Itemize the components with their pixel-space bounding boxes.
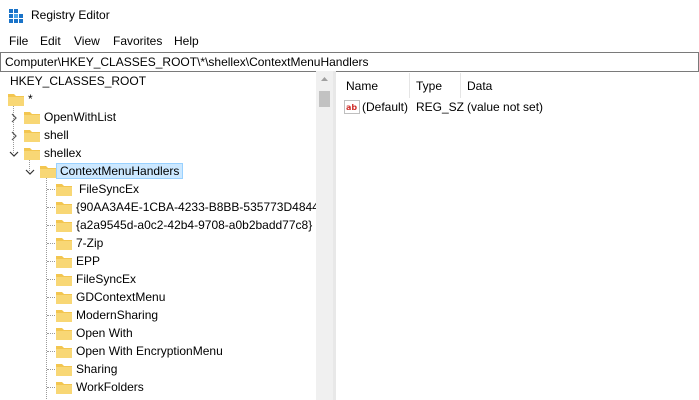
tree-node-child[interactable]: FileSyncEx — [0, 180, 316, 198]
folder-icon — [8, 93, 24, 106]
address-bar[interactable]: Computer\HKEY_CLASSES_ROOT\*\shellex\Con… — [0, 52, 699, 72]
values-list[interactable]: Name Type Data ab (Default) REG_SZ (valu… — [336, 71, 699, 400]
tree-scrollbar[interactable] — [316, 71, 333, 400]
tree-node-label: HKEY_CLASSES_ROOT — [10, 74, 147, 88]
folder-icon — [24, 147, 40, 160]
menu-bar: File Edit View Favorites Help — [0, 31, 699, 51]
tree-node-label: * — [28, 92, 33, 106]
folder-icon — [24, 129, 40, 142]
tree-node-openwithlist[interactable]: OpenWithList — [0, 108, 300, 126]
tree-node-contextmenuhandlers[interactable]: ContextMenuHandlers — [0, 162, 300, 180]
tree-node-label-selected: ContextMenuHandlers — [56, 163, 184, 179]
scroll-up-arrow-icon[interactable] — [316, 71, 333, 88]
column-header-data[interactable]: Data — [467, 79, 492, 93]
tree-node-label: FileSyncEx — [79, 182, 140, 196]
folder-icon — [56, 309, 72, 322]
tree-node-label: Open With — [76, 326, 133, 340]
tree-node-label: WorkFolders — [76, 380, 144, 394]
value-row-default[interactable]: ab (Default) REG_SZ (value not set) — [344, 99, 684, 117]
tree-node-shellex[interactable]: shellex — [0, 144, 300, 162]
tree-node-child[interactable]: Sharing — [0, 360, 316, 378]
folder-icon — [56, 345, 72, 358]
tree-node-hkey-classes-root[interactable]: HKEY_CLASSES_ROOT — [0, 72, 300, 90]
tree-node-child[interactable]: Open With EncryptionMenu — [0, 342, 316, 360]
tree-node-label: shell — [44, 128, 69, 142]
tree-node-child[interactable]: GDContextMenu — [0, 288, 316, 306]
tree-node-label: FileSyncEx — [76, 272, 137, 286]
column-divider[interactable] — [409, 73, 410, 98]
column-header-name[interactable]: Name — [346, 79, 378, 93]
tree-node-label: Sharing — [76, 362, 118, 376]
string-value-icon: ab — [344, 100, 360, 114]
folder-icon — [56, 327, 72, 340]
value-name: (Default) — [362, 100, 409, 114]
tree-node-label: Open With EncryptionMenu — [76, 344, 223, 358]
svg-text:ab: ab — [346, 103, 357, 112]
folder-icon — [56, 219, 72, 232]
tree-node-star[interactable]: * — [0, 90, 300, 108]
column-divider[interactable] — [460, 73, 461, 98]
folder-icon — [56, 291, 72, 304]
tree-node-child[interactable]: {90AA3A4E-1CBA-4233-B8BB-535773D48449} — [0, 198, 330, 216]
folder-icon — [56, 237, 72, 250]
folder-icon — [56, 183, 72, 196]
folder-icon — [56, 381, 72, 394]
value-type: REG_SZ — [416, 100, 465, 114]
registry-editor-icon — [8, 8, 24, 24]
tree-node-child[interactable]: EPP — [0, 252, 316, 270]
tree-node-child[interactable]: ModernSharing — [0, 306, 316, 324]
tree-node-label: {90AA3A4E-1CBA-4233-B8BB-535773D48449} — [76, 200, 330, 214]
title-bar: Registry Editor — [0, 0, 699, 31]
tree-node-shell[interactable]: shell — [0, 126, 300, 144]
tree-node-child[interactable]: FileSyncEx — [0, 270, 316, 288]
chevron-down-icon[interactable] — [9, 148, 19, 158]
key-tree[interactable]: HKEY_CLASSES_ROOT * OpenWithList shell s… — [0, 71, 333, 400]
menu-edit[interactable]: Edit — [40, 34, 61, 48]
tree-node-child[interactable] — [0, 396, 316, 400]
menu-file[interactable]: File — [9, 34, 28, 48]
folder-icon — [24, 111, 40, 124]
tree-node-child[interactable]: 7-Zip — [0, 234, 316, 252]
menu-favorites[interactable]: Favorites — [113, 34, 162, 48]
address-path[interactable]: Computer\HKEY_CLASSES_ROOT\*\shellex\Con… — [5, 55, 369, 69]
menu-help[interactable]: Help — [174, 34, 199, 48]
tree-node-child[interactable]: WorkFolders — [0, 378, 316, 396]
value-data: (value not set) — [467, 100, 544, 114]
tree-node-label: {a2a9545d-a0c2-42b4-9708-a0b2badd77c8} — [76, 218, 313, 232]
column-header-type[interactable]: Type — [416, 79, 442, 93]
chevron-right-icon[interactable] — [9, 130, 19, 141]
menu-view[interactable]: View — [74, 34, 100, 48]
folder-icon — [56, 255, 72, 268]
tree-node-label: EPP — [76, 254, 101, 268]
folder-icon — [56, 363, 72, 376]
tree-node-label: ModernSharing — [76, 308, 159, 322]
chevron-down-icon[interactable] — [25, 166, 35, 176]
folder-icon — [40, 165, 56, 178]
tree-node-child[interactable]: {a2a9545d-a0c2-42b4-9708-a0b2badd77c8} — [0, 216, 316, 234]
tree-node-label: 7-Zip — [76, 236, 104, 250]
chevron-right-icon[interactable] — [9, 112, 19, 123]
tree-node-label: OpenWithList — [44, 110, 117, 124]
window-title: Registry Editor — [31, 8, 110, 22]
tree-node-label: shellex — [44, 146, 82, 160]
folder-icon — [56, 273, 72, 286]
scrollbar-thumb[interactable] — [319, 91, 330, 107]
folder-icon — [56, 201, 72, 214]
tree-node-label: GDContextMenu — [76, 290, 166, 304]
tree-node-child[interactable]: Open With — [0, 324, 316, 342]
